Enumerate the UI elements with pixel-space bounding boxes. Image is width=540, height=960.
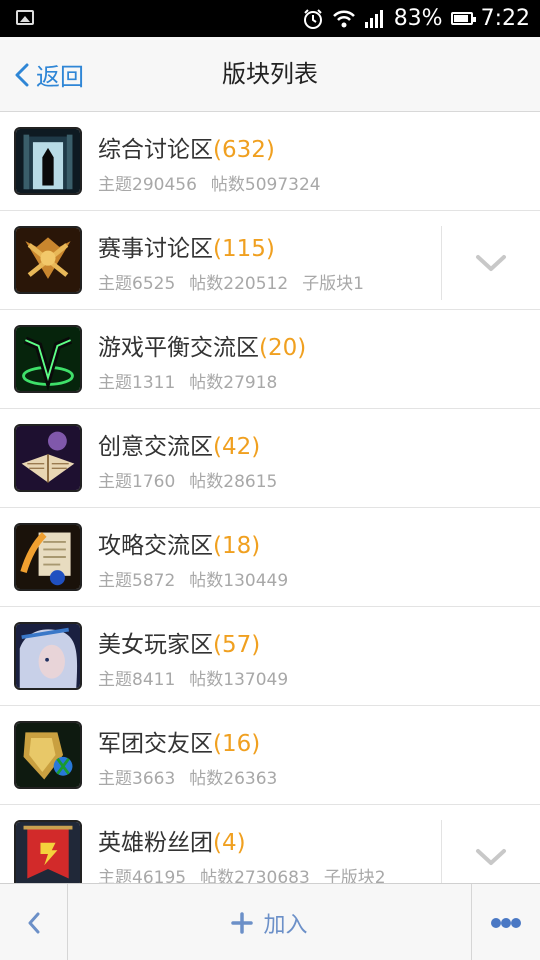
subforum-count: 子版块2 — [323, 868, 386, 883]
join-button[interactable]: 加入 — [68, 884, 471, 960]
chevron-down-icon — [476, 849, 506, 865]
join-label: 加入 — [263, 912, 308, 938]
hero-gate-icon — [14, 127, 82, 195]
forum-count: (42) — [213, 434, 261, 460]
topic-count: 主题5872 — [98, 571, 176, 591]
battery-percent: 83% — [393, 6, 443, 31]
forum-stats: 主题8411 帖数137049 — [98, 665, 302, 690]
clock: 7:22 — [480, 6, 530, 31]
forum-count: (16) — [213, 731, 261, 757]
post-count: 帖数220512 — [189, 274, 289, 294]
back-button[interactable]: 返回 — [14, 37, 84, 112]
post-count: 帖数28615 — [189, 472, 278, 492]
subforum-count: 子版块1 — [302, 274, 364, 294]
forum-row[interactable]: 攻略交流区(18) 主题5872 帖数130449 — [0, 508, 540, 607]
forum-count: (115) — [213, 236, 275, 262]
topic-count: 主题1311 — [98, 373, 176, 393]
chevron-left-icon — [15, 63, 29, 86]
forum-name: 赛事讨论区(115) — [98, 236, 275, 262]
forum-stats: 主题6525 帖数220512 子版块1 — [98, 269, 378, 294]
more-dots-icon — [491, 917, 521, 928]
girl-portrait-icon — [14, 622, 82, 690]
scroll-quill-icon — [14, 523, 82, 591]
expand-subforums-button[interactable] — [441, 226, 540, 300]
post-count: 帖数26363 — [189, 769, 278, 789]
nav-header: 版块列表 返回 — [0, 37, 540, 112]
bottom-toolbar: 加入 — [0, 883, 540, 960]
forum-row[interactable]: 军团交友区(16) 主题3663 帖数26363 — [0, 706, 540, 805]
forum-row[interactable]: 游戏平衡交流区(20) 主题1311 帖数27918 — [0, 310, 540, 409]
forum-stats: 主题46195 帖数2730683 子版块2 — [98, 863, 400, 883]
back-label: 返回 — [36, 63, 84, 91]
wifi-icon — [332, 9, 356, 29]
topic-count: 主题6525 — [98, 274, 176, 294]
chevron-left-icon — [28, 912, 39, 933]
expand-subforums-button[interactable] — [441, 820, 540, 883]
forum-name: 攻略交流区(18) — [98, 533, 261, 559]
fan-banner-icon — [14, 820, 82, 883]
forum-count: (18) — [213, 533, 261, 559]
topic-count: 主题290456 — [98, 175, 197, 195]
plus-icon — [231, 911, 254, 934]
topic-count: 主题3663 — [98, 769, 176, 789]
forum-name: 美女玩家区(57) — [98, 632, 261, 658]
signal-icon — [364, 9, 386, 29]
forum-count: (57) — [213, 632, 261, 658]
forum-name: 英雄粉丝团(4) — [98, 830, 246, 856]
forum-stats: 主题1311 帖数27918 — [98, 368, 291, 393]
more-button[interactable] — [471, 884, 540, 960]
post-count: 帖数5097324 — [210, 175, 321, 195]
forum-list: 综合讨论区(632) 主题290456 帖数5097324 赛事讨论区(115) … — [0, 112, 540, 883]
image-notification-icon — [16, 10, 34, 25]
status-bar: 83% 7:22 — [0, 0, 540, 37]
post-count: 帖数137049 — [189, 670, 289, 690]
topic-count: 主题46195 — [98, 868, 187, 883]
forum-name: 综合讨论区(632) — [98, 137, 275, 163]
forum-row[interactable]: 赛事讨论区(115) 主题6525 帖数220512 子版块1 — [0, 211, 540, 310]
forum-count: (4) — [213, 830, 246, 856]
balance-rune-icon — [14, 325, 82, 393]
forum-count: (20) — [259, 335, 307, 361]
forum-stats: 主题1760 帖数28615 — [98, 467, 291, 492]
magic-book-icon — [14, 424, 82, 492]
forum-row[interactable]: 英雄粉丝团(4) 主题46195 帖数2730683 子版块2 — [0, 805, 540, 883]
topic-count: 主题8411 — [98, 670, 176, 690]
forum-row[interactable]: 创意交流区(42) 主题1760 帖数28615 — [0, 409, 540, 508]
forum-stats: 主题3663 帖数26363 — [98, 764, 291, 789]
forum-stats: 主题290456 帖数5097324 — [98, 170, 335, 195]
forum-name: 军团交友区(16) — [98, 731, 261, 757]
battery-icon — [450, 12, 476, 25]
forum-name: 游戏平衡交流区(20) — [98, 335, 307, 361]
forum-count: (632) — [213, 137, 275, 163]
forum-name: 创意交流区(42) — [98, 434, 261, 460]
forum-row[interactable]: 美女玩家区(57) 主题8411 帖数137049 — [0, 607, 540, 706]
forum-stats: 主题5872 帖数130449 — [98, 566, 302, 591]
forum-row[interactable]: 综合讨论区(632) 主题290456 帖数5097324 — [0, 112, 540, 211]
toolbar-back-button[interactable] — [0, 884, 68, 960]
guild-shield-icon — [14, 721, 82, 789]
trophy-crest-icon — [14, 226, 82, 294]
post-count: 帖数2730683 — [200, 868, 310, 883]
chevron-down-icon — [476, 255, 506, 271]
post-count: 帖数130449 — [189, 571, 289, 591]
alarm-icon — [302, 8, 324, 30]
post-count: 帖数27918 — [189, 373, 278, 393]
topic-count: 主题1760 — [98, 472, 176, 492]
